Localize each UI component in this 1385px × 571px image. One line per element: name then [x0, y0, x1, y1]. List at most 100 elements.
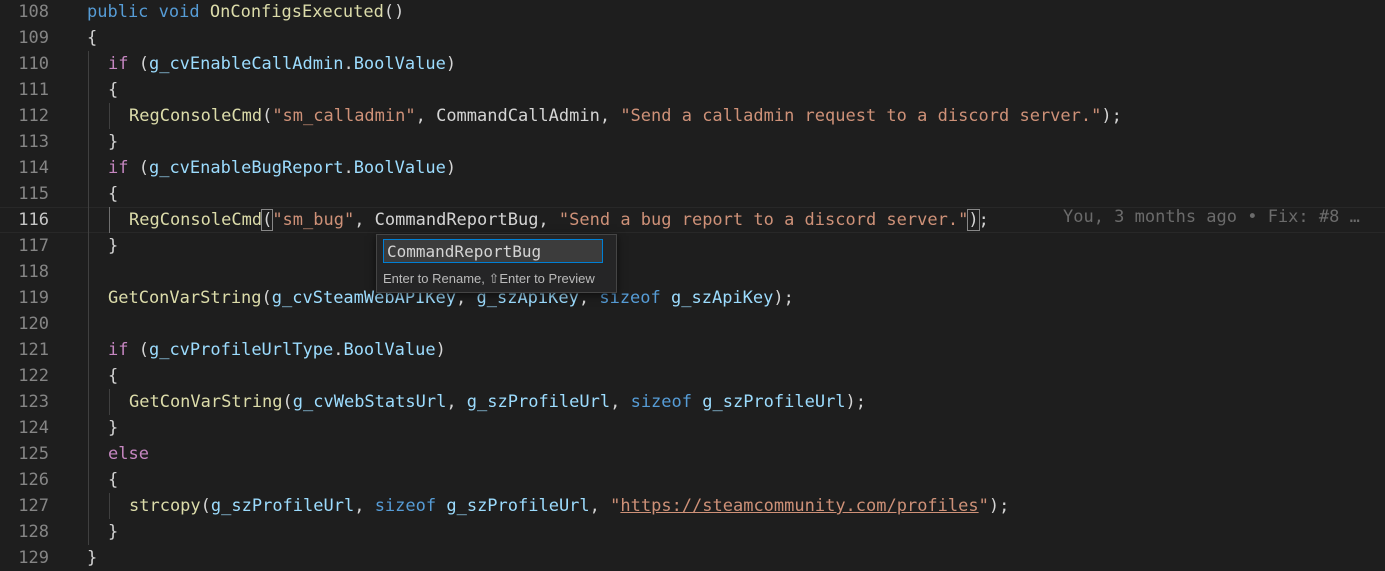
code-line[interactable]: 117}	[0, 233, 1385, 259]
code-token: BoolValue	[343, 340, 436, 360]
code-line[interactable]: 110 if (g_cvEnableCallAdmin.BoolValue)	[0, 51, 1385, 77]
code-line[interactable]: 123 GetConVarString(g_cvWebStatsUrl, g_sz…	[0, 389, 1385, 415]
code-line[interactable]: 111 {	[0, 77, 1385, 103]
code-token: );	[773, 288, 794, 308]
indent-guide	[88, 467, 89, 493]
indent-guide	[88, 51, 89, 77]
code-text: {	[108, 467, 118, 493]
code-token: strcopy	[129, 496, 201, 516]
rename-input[interactable]	[384, 240, 602, 262]
indent-guide	[88, 519, 89, 545]
line-number: 115	[18, 184, 49, 204]
code-token: ,	[589, 496, 611, 516]
code-text: strcopy(g_szProfileUrl, sizeof g_szProfi…	[129, 493, 1009, 519]
line-number: 127	[18, 496, 49, 516]
code-token: if	[108, 158, 129, 178]
code-token: if	[108, 340, 129, 360]
code-text: }	[108, 519, 118, 545]
code-line[interactable]: 129}	[0, 545, 1385, 571]
code-token: "sm_bug"	[272, 210, 355, 230]
code-line[interactable]: 109 {	[0, 25, 1385, 51]
code-token: }	[108, 132, 119, 152]
code-token: )	[445, 158, 457, 178]
code-line[interactable]: 119 GetConVarString(g_cvSteamWebAPIKey, g…	[0, 285, 1385, 311]
line-number: 123	[18, 392, 49, 412]
code-token: , CommandReportBug,	[354, 210, 559, 230]
code-token: ,	[610, 392, 631, 412]
code-token: "sm_calladmin"	[272, 106, 416, 126]
code-line[interactable]: 120	[0, 311, 1385, 337]
code-line[interactable]: 121 if (g_cvProfileUrlType.BoolValue)	[0, 337, 1385, 363]
code-token: "Send a bug report to a discord server."	[558, 210, 969, 230]
line-number: 110	[18, 54, 49, 74]
code-text: {	[108, 363, 118, 389]
code-token: }	[108, 236, 119, 256]
code-line[interactable]: 113}	[0, 129, 1385, 155]
code-token: {	[108, 470, 119, 490]
code-token: public	[87, 2, 149, 22]
indent-guide	[88, 285, 89, 311]
code-token: ()	[383, 2, 405, 22]
code-token: BoolValue	[353, 158, 446, 178]
code-token: g_cvWebStatsUrl	[292, 392, 447, 412]
code-token: g_cvEnableCallAdmin	[148, 54, 344, 74]
line-number: 108	[18, 2, 49, 22]
line-number: 109	[18, 28, 49, 48]
code-text: }	[87, 545, 97, 571]
indent-guide	[88, 363, 89, 389]
code-line[interactable]: 108 public void OnConfigsExecuted()	[0, 0, 1385, 25]
code-line[interactable]: 128}	[0, 519, 1385, 545]
code-token: (	[128, 158, 149, 178]
code-token: (	[282, 392, 293, 412]
line-number: 124	[18, 418, 49, 438]
code-token: , CommandCallAdmin,	[415, 106, 621, 126]
code-token: RegConsoleCmd	[129, 210, 263, 230]
code-text: public void OnConfigsExecuted()	[87, 0, 404, 25]
line-number: 121	[18, 340, 49, 360]
indent-guide	[88, 493, 89, 519]
code-line[interactable]: 115 {	[0, 181, 1385, 207]
git-blame-annotation: You, 3 months ago • Fix: #8 …	[1063, 207, 1360, 227]
code-token: GetConVarString	[108, 288, 262, 308]
code-editor[interactable]: 108 public void OnConfigsExecuted() 109 {11…	[0, 0, 1385, 568]
indent-guide	[88, 155, 89, 181]
code-token: g_cvProfileUrlType	[148, 340, 334, 360]
code-line[interactable]: 125 else	[0, 441, 1385, 467]
code-text: {	[87, 25, 97, 51]
indent-guide	[109, 493, 110, 519]
code-line[interactable]: 118	[0, 259, 1385, 285]
code-token: ;	[978, 210, 989, 230]
indent-guide	[88, 259, 89, 285]
code-token: else	[108, 444, 149, 464]
code-token: (	[262, 106, 273, 126]
indent-guide	[88, 207, 89, 233]
code-line[interactable]: 124}	[0, 415, 1385, 441]
code-token: {	[108, 80, 119, 100]
code-token: .	[343, 54, 354, 74]
code-token: (	[261, 209, 274, 231]
rename-symbol-widget: Enter to Rename, ⇧Enter to Preview	[376, 234, 617, 293]
code-token: GetConVarString	[129, 392, 283, 412]
line-number: 117	[18, 236, 49, 256]
code-line[interactable]: 122 {	[0, 363, 1385, 389]
line-number: 114	[18, 158, 49, 178]
code-line[interactable]: 127 strcopy(g_szProfileUrl, sizeof g_szPr…	[0, 493, 1385, 519]
line-number: 126	[18, 470, 49, 490]
rename-input-box[interactable]	[383, 239, 603, 263]
code-text: else	[108, 441, 149, 467]
code-text: {	[108, 181, 118, 207]
code-text: if (g_cvProfileUrlType.BoolValue)	[108, 337, 446, 363]
code-line[interactable]: 126 {	[0, 467, 1385, 493]
code-line[interactable]: 112 RegConsoleCmd("sm_calladmin", Command…	[0, 103, 1385, 129]
code-text: RegConsoleCmd("sm_bug", CommandReportBug…	[129, 207, 989, 233]
line-number: 120	[18, 314, 49, 334]
code-token: (	[128, 54, 149, 74]
indent-guide	[88, 337, 89, 363]
indent-guide	[88, 181, 89, 207]
code-line[interactable]: 114 if (g_cvEnableBugReport.BoolValue)	[0, 155, 1385, 181]
code-token: (	[261, 288, 272, 308]
